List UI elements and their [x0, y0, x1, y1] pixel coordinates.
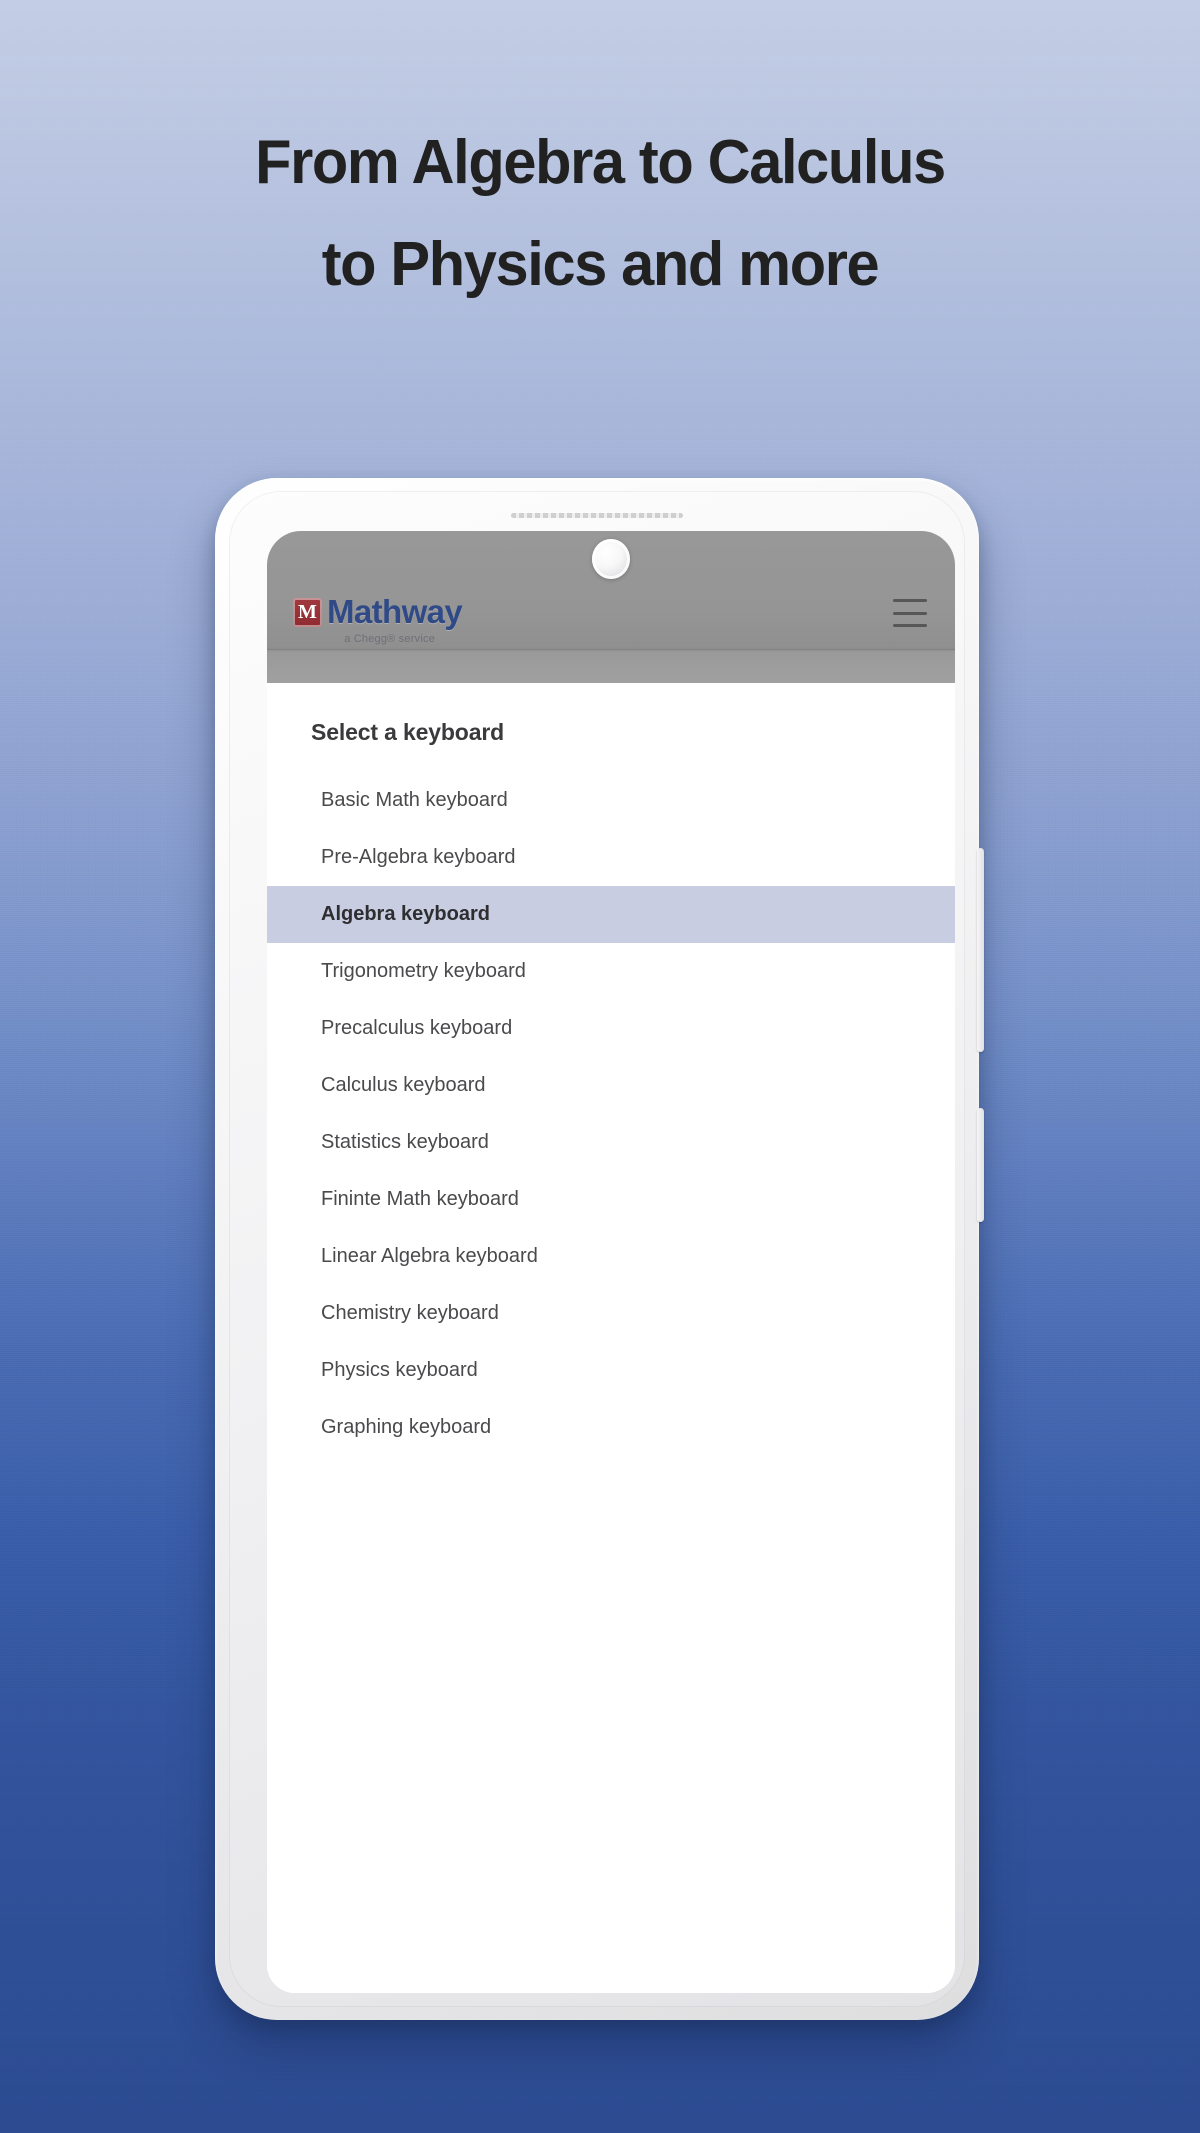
app-header: M Mathway a Chegg® service: [267, 531, 955, 683]
keyboard-list-item[interactable]: Graphing keyboard: [267, 1399, 955, 1456]
logo-tagline: a Chegg® service: [344, 633, 435, 645]
keyboard-list-item[interactable]: Linear Algebra keyboard: [267, 1228, 955, 1285]
phone-bezel: M Mathway a Chegg® service Select a keyb…: [229, 491, 965, 2007]
power-button[interactable]: [977, 1108, 984, 1222]
keyboard-list-item[interactable]: Pre-Algebra keyboard: [267, 829, 955, 886]
panel-title: Select a keyboard: [311, 719, 505, 745]
keyboard-list-item[interactable]: Chemistry keyboard: [267, 1285, 955, 1342]
logo-main: M Mathway: [293, 593, 463, 631]
page-title: From Algebra to Calculus to Physics and …: [0, 112, 1200, 316]
hamburger-menu-icon[interactable]: [893, 599, 927, 627]
keyboard-list-item[interactable]: Physics keyboard: [267, 1342, 955, 1399]
hamburger-bar-1: [893, 599, 927, 602]
promo-screenshot: From Algebra to Calculus to Physics and …: [0, 0, 1200, 2133]
keyboard-list-item[interactable]: Trigonometry keyboard: [267, 943, 955, 1000]
keyboard-list-item[interactable]: Statistics keyboard: [267, 1114, 955, 1171]
speaker-grille-icon: [511, 513, 683, 518]
keyboard-list-item[interactable]: Calculus keyboard: [267, 1057, 955, 1114]
mathway-mark-icon: M: [293, 597, 322, 627]
logo-wordmark: Mathway: [327, 593, 463, 630]
keyboard-list-item[interactable]: Algebra keyboard: [267, 886, 955, 943]
keyboard-list-item[interactable]: Precalculus keyboard: [267, 1000, 955, 1057]
hamburger-bar-3: [893, 624, 927, 627]
hamburger-bar-2: [893, 611, 927, 615]
keyboard-list-item[interactable]: Basic Math keyboard: [267, 772, 955, 829]
keyboard-list: Basic Math keyboard Pre-Algebra keyboard A…: [267, 772, 955, 1456]
headline-line-1: From Algebra to Calculus: [255, 128, 946, 197]
phone-mockup: M Mathway a Chegg® service Select a keyb…: [215, 478, 984, 2043]
keyboard-selection-panel: Select a keyboard Basic Math keyboard Pre…: [267, 683, 955, 1993]
keyboard-list-item[interactable]: Fininte Math keyboard: [267, 1171, 955, 1228]
mathway-logo[interactable]: M Mathway a Chegg® service: [293, 593, 463, 645]
headline-line-2: to Physics and more: [321, 230, 880, 299]
front-camera-icon: [592, 539, 630, 579]
phone-body: M Mathway a Chegg® service Select a keyb…: [215, 478, 984, 2020]
volume-rocker-button[interactable]: [977, 848, 984, 1052]
phone-screen: M Mathway a Chegg® service Select a keyb…: [267, 531, 955, 1993]
